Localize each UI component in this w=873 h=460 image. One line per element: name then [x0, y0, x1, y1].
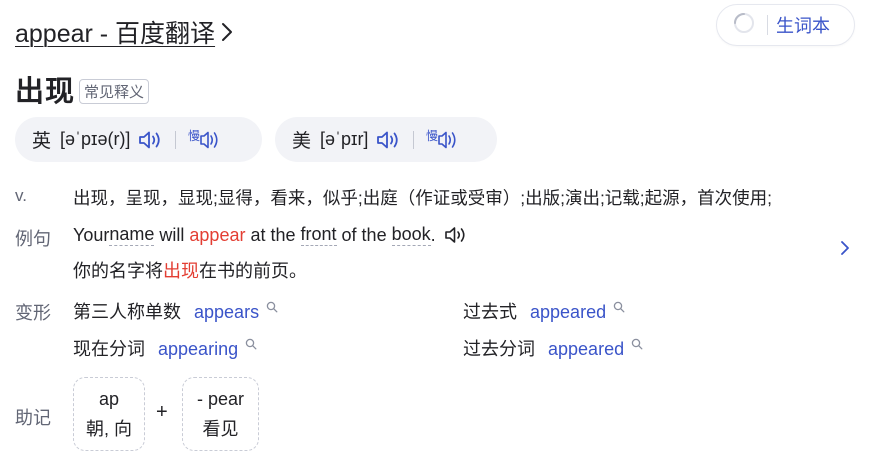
search-icon[interactable]	[266, 297, 278, 318]
inflection-word-link[interactable]: appeared	[530, 302, 606, 322]
inflection-word-link[interactable]: appeared	[548, 339, 624, 359]
example-text: will	[154, 224, 190, 245]
headword-row: 出现 常见释义	[15, 68, 150, 110]
pronunciation-ipa: [əˈpɪr]	[320, 129, 369, 149]
pronunciation-region: 美	[292, 131, 312, 152]
inflection-type: 现在分词	[73, 339, 145, 359]
part-of-speech: v.	[15, 186, 27, 205]
example-word-link[interactable]: book	[391, 224, 431, 246]
example-text: Your	[73, 224, 110, 245]
search-icon[interactable]	[613, 297, 625, 318]
loading-spinner-icon	[733, 12, 755, 39]
common-meaning-tag: 常见释义	[79, 78, 150, 104]
divider	[413, 130, 415, 149]
speaker-icon[interactable]	[137, 129, 163, 151]
example-label: 例句	[15, 229, 51, 249]
plus-sign: +	[156, 401, 168, 423]
example-text: at the	[245, 224, 301, 245]
morpheme: - pear	[196, 389, 245, 409]
follow-read-icon[interactable]: 慢	[426, 126, 460, 154]
example-highlight: appear	[189, 224, 246, 245]
chevron-right-icon[interactable]	[221, 22, 233, 42]
title-row: appear - 百度翻译	[15, 14, 233, 50]
inflection-type: 过去式	[463, 302, 517, 322]
search-icon[interactable]	[631, 334, 643, 355]
inflection-item: 过去式 appeared	[463, 298, 625, 324]
vocab-book-button[interactable]: 生词本	[716, 4, 855, 46]
inflection-item: 第三人称单数 appears	[73, 298, 278, 324]
divider	[175, 130, 177, 149]
svg-text:慢: 慢	[188, 129, 200, 143]
example-text: 在书的前页。	[199, 261, 307, 281]
pronunciation-ipa: [əˈpɪə(r)]	[60, 129, 131, 149]
title-link[interactable]: appear - 百度翻译	[15, 14, 215, 50]
inflections-label: 变形	[15, 303, 51, 323]
example-en: Your name will appear at the front of th…	[73, 224, 468, 246]
morpheme-card[interactable]: ap 朝, 向	[73, 377, 145, 451]
vocab-book-label: 生词本	[776, 16, 830, 36]
morpheme: ap	[98, 389, 120, 409]
inflection-type: 第三人称单数	[73, 302, 181, 322]
svg-text:慢: 慢	[426, 129, 438, 143]
search-icon[interactable]	[245, 334, 257, 355]
chevron-right-icon[interactable]	[840, 240, 850, 261]
pronunciation-uk: 英 [əˈpɪə(r)] 慢	[15, 117, 262, 162]
follow-read-icon[interactable]: 慢	[188, 126, 222, 154]
example-text: .	[430, 224, 436, 245]
morpheme-card[interactable]: - pear 看见	[182, 377, 259, 451]
example-text: of the	[336, 224, 392, 245]
headword: 出现	[15, 76, 76, 108]
inflection-word-link[interactable]: appearing	[158, 339, 238, 359]
pronunciation-us: 美 [əˈpɪr] 慢	[275, 117, 497, 162]
inflection-item: 现在分词 appearing	[73, 335, 257, 361]
example-word-link[interactable]: front	[300, 224, 337, 246]
pronunciation-region: 英	[32, 131, 52, 152]
definition-text: 出现，呈现，显现;显得，看来，似乎;出庭（作证或受审）;出版;演出;记载;起源，…	[73, 188, 773, 208]
speaker-icon[interactable]	[375, 129, 401, 151]
example-word-link[interactable]: name	[109, 224, 155, 246]
inflection-word-link[interactable]: appears	[194, 302, 259, 322]
mnemonic-label: 助记	[15, 408, 51, 428]
morpheme-meaning: 看见	[202, 419, 239, 439]
example-zh: 你的名字将出现在书的前页。	[73, 257, 307, 283]
inflection-type: 过去分词	[463, 339, 535, 359]
speaker-icon[interactable]	[444, 225, 468, 245]
example-text: 你的名字将	[73, 261, 163, 281]
morpheme-meaning: 朝, 向	[85, 419, 132, 439]
inflection-item: 过去分词 appeared	[463, 335, 643, 361]
example-highlight: 出现	[163, 261, 199, 281]
divider	[767, 15, 768, 35]
